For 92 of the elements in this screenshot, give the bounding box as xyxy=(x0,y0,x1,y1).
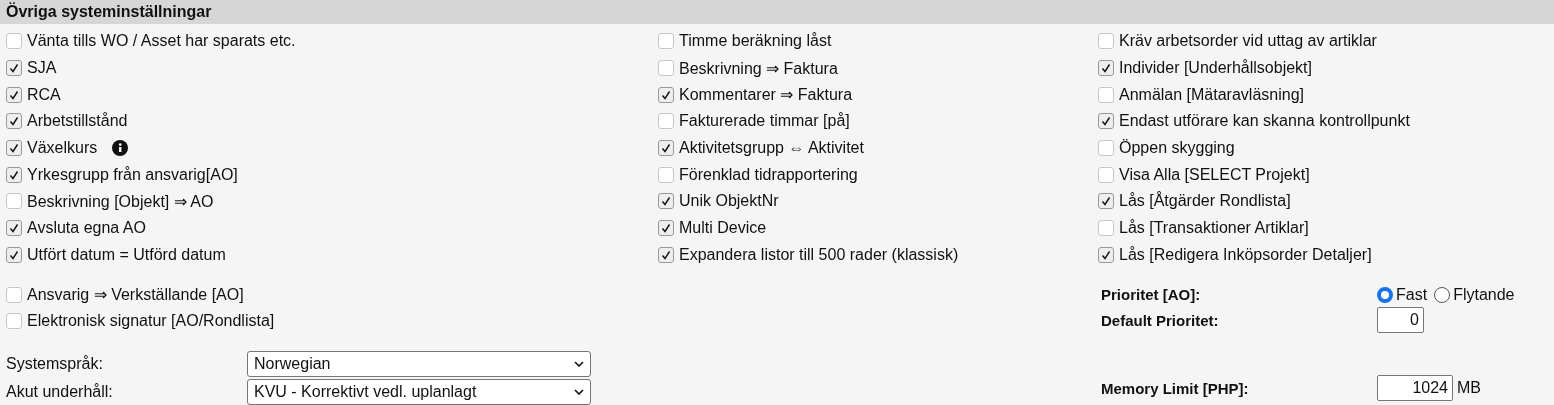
field-label: Prioritet [AO]: xyxy=(1101,285,1202,303)
checkbox[interactable] xyxy=(6,113,22,130)
checkbox-label: Visa Alla [SELECT Projekt] xyxy=(1119,165,1310,184)
checkbox-label: Fakturerade timmar [på] xyxy=(679,112,850,131)
checkbox-label: SJA xyxy=(27,59,57,78)
radio-button[interactable] xyxy=(1434,287,1451,304)
checkmark-icon xyxy=(8,168,20,181)
field-label: Default Prioritet: xyxy=(1101,311,1220,329)
checkbox[interactable] xyxy=(1098,60,1114,77)
checkbox-label: Kräv arbetsorder vid uttag av artiklar xyxy=(1119,32,1377,51)
checkbox-label: Yrkesgrupp från ansvarig[AO] xyxy=(27,165,238,184)
radio-button[interactable] xyxy=(1377,287,1393,304)
checkbox-label: Unik ObjektNr xyxy=(679,192,779,211)
checkbox-label: Avsluta egna AO xyxy=(27,219,146,238)
checkmark-icon xyxy=(660,222,672,235)
checkmark-icon xyxy=(1100,62,1112,75)
checkmark-icon xyxy=(8,115,20,128)
checkmark-icon xyxy=(8,222,20,235)
checkbox-label: Individer [Underhållsobjekt] xyxy=(1119,59,1312,78)
checkmark-icon xyxy=(660,88,672,101)
checkbox-label: Elektronisk signatur [AO/Rondlista] xyxy=(27,312,275,331)
checkmark-icon xyxy=(1100,115,1112,128)
checkbox[interactable] xyxy=(658,220,674,237)
checkbox-label: Öppen skygging xyxy=(1119,139,1235,158)
checkbox-label: Ansvarig ⇒ Verkställande [AO] xyxy=(27,285,244,305)
checkbox[interactable] xyxy=(658,86,674,103)
checkmark-icon xyxy=(1100,195,1112,208)
field-label: Memory Limit [PHP]: xyxy=(1101,379,1250,397)
checkbox-label: Kommentarer ⇒ Faktura xyxy=(679,85,853,105)
checkbox-label: Expandera listor till 500 rader (klassisk) xyxy=(679,245,959,264)
checkbox[interactable] xyxy=(6,166,22,183)
radio-label: Flytande xyxy=(1453,286,1515,305)
checkbox[interactable] xyxy=(6,313,22,330)
section-header: Övriga systeminställningar xyxy=(0,0,1554,24)
dropdown[interactable]: Norwegian xyxy=(247,350,591,377)
checkbox[interactable] xyxy=(6,286,22,303)
checkbox-label: RCA xyxy=(27,85,61,104)
checkbox[interactable] xyxy=(658,140,674,157)
checkmark-icon xyxy=(8,62,20,75)
checkmark-icon xyxy=(1100,248,1112,261)
checkbox[interactable] xyxy=(6,140,22,157)
checkbox-label: Beskrivning [Objekt] ⇒ AO xyxy=(27,191,214,211)
radio-label: Fast xyxy=(1396,286,1428,305)
checkbox[interactable] xyxy=(1098,140,1114,157)
checkbox-label: Timme beräkning låst xyxy=(679,32,832,51)
checkbox-label: Arbetstillstånd xyxy=(27,112,128,131)
checkbox[interactable] xyxy=(658,193,674,210)
checkbox-label: Utfört datum = Utförd datum xyxy=(27,245,226,264)
checkbox-label: Lås [Transaktioner Artiklar] xyxy=(1119,219,1309,238)
unit-label: MB xyxy=(1457,379,1481,398)
checkbox[interactable] xyxy=(1098,113,1114,130)
checkbox-label: Multi Device xyxy=(679,219,767,238)
checkmark-icon xyxy=(660,142,672,155)
checkbox-label: Anmälan [Mätaravläsning] xyxy=(1119,85,1304,104)
checkbox[interactable] xyxy=(1098,193,1114,210)
checkbox-label: Växelkurs xyxy=(27,139,98,158)
field-label: Akut underhåll: xyxy=(6,382,114,401)
checkmark-icon xyxy=(660,195,672,208)
checkmark-icon xyxy=(8,88,20,101)
checkbox[interactable] xyxy=(1098,86,1114,103)
checkmark-icon xyxy=(660,248,672,261)
caret-icon xyxy=(574,360,584,367)
checkbox[interactable] xyxy=(658,246,674,263)
checkbox-label: Lås [Redigera Inköpsorder Detaljer] xyxy=(1119,245,1372,264)
checkbox-label: Vänta tills WO / Asset har sparats etc. xyxy=(27,32,296,51)
checkbox[interactable] xyxy=(1098,166,1114,183)
checkbox[interactable] xyxy=(658,60,674,77)
checkbox[interactable] xyxy=(6,33,22,50)
checkmark-icon xyxy=(8,248,20,261)
field-label: Systemspråk: xyxy=(6,354,104,373)
checkbox-label: Beskrivning ⇒ Faktura xyxy=(679,58,838,78)
checkmark-icon xyxy=(8,142,20,155)
checkbox[interactable] xyxy=(1098,220,1114,237)
dropdown[interactable]: KVU - Korrektivt vedl. uplanlagt xyxy=(247,378,591,405)
info-icon[interactable] xyxy=(112,140,129,157)
checkbox[interactable] xyxy=(658,166,674,183)
checkbox[interactable] xyxy=(658,113,674,130)
checkbox-label: Förenklad tidrapportering xyxy=(679,165,858,184)
checkbox-label: Endast utförare kan skanna kontrollpunkt xyxy=(1119,112,1410,131)
checkbox[interactable] xyxy=(1098,33,1114,50)
checkbox[interactable] xyxy=(6,246,22,263)
checkbox[interactable] xyxy=(6,193,22,210)
caret-icon xyxy=(574,388,584,395)
checkbox-label: Aktivitetsgrupp ⇔ Aktivitet xyxy=(679,139,864,158)
checkbox[interactable] xyxy=(1098,246,1114,263)
number-field[interactable]: 1024 xyxy=(1377,375,1453,402)
checkbox[interactable] xyxy=(658,33,674,50)
checkbox[interactable] xyxy=(6,220,22,237)
checkbox[interactable] xyxy=(6,60,22,77)
checkbox-label: Lås [Åtgärder Rondlista] xyxy=(1119,192,1291,211)
number-field[interactable]: 0 xyxy=(1377,307,1424,334)
checkbox[interactable] xyxy=(6,86,22,103)
